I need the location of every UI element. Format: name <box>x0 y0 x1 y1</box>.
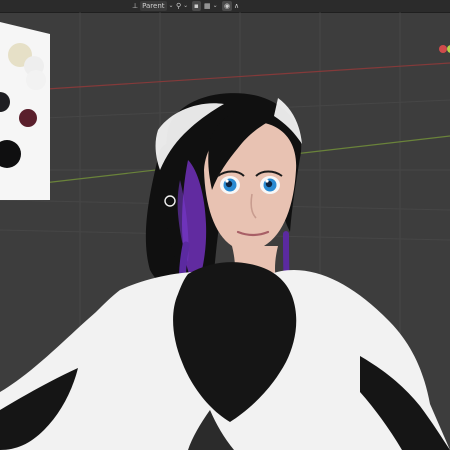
character-model[interactable] <box>0 93 450 450</box>
gizmo-x-icon[interactable] <box>439 45 447 53</box>
reference-image-panel[interactable] <box>0 22 50 200</box>
scene-render <box>0 12 450 450</box>
navigation-gizmo[interactable] <box>439 45 450 53</box>
3d-viewport[interactable]: ⊥ Parent ⌄ ⚲ ⌄ ▪ ▦ ⌄ ◉ ∧ <box>0 0 450 450</box>
